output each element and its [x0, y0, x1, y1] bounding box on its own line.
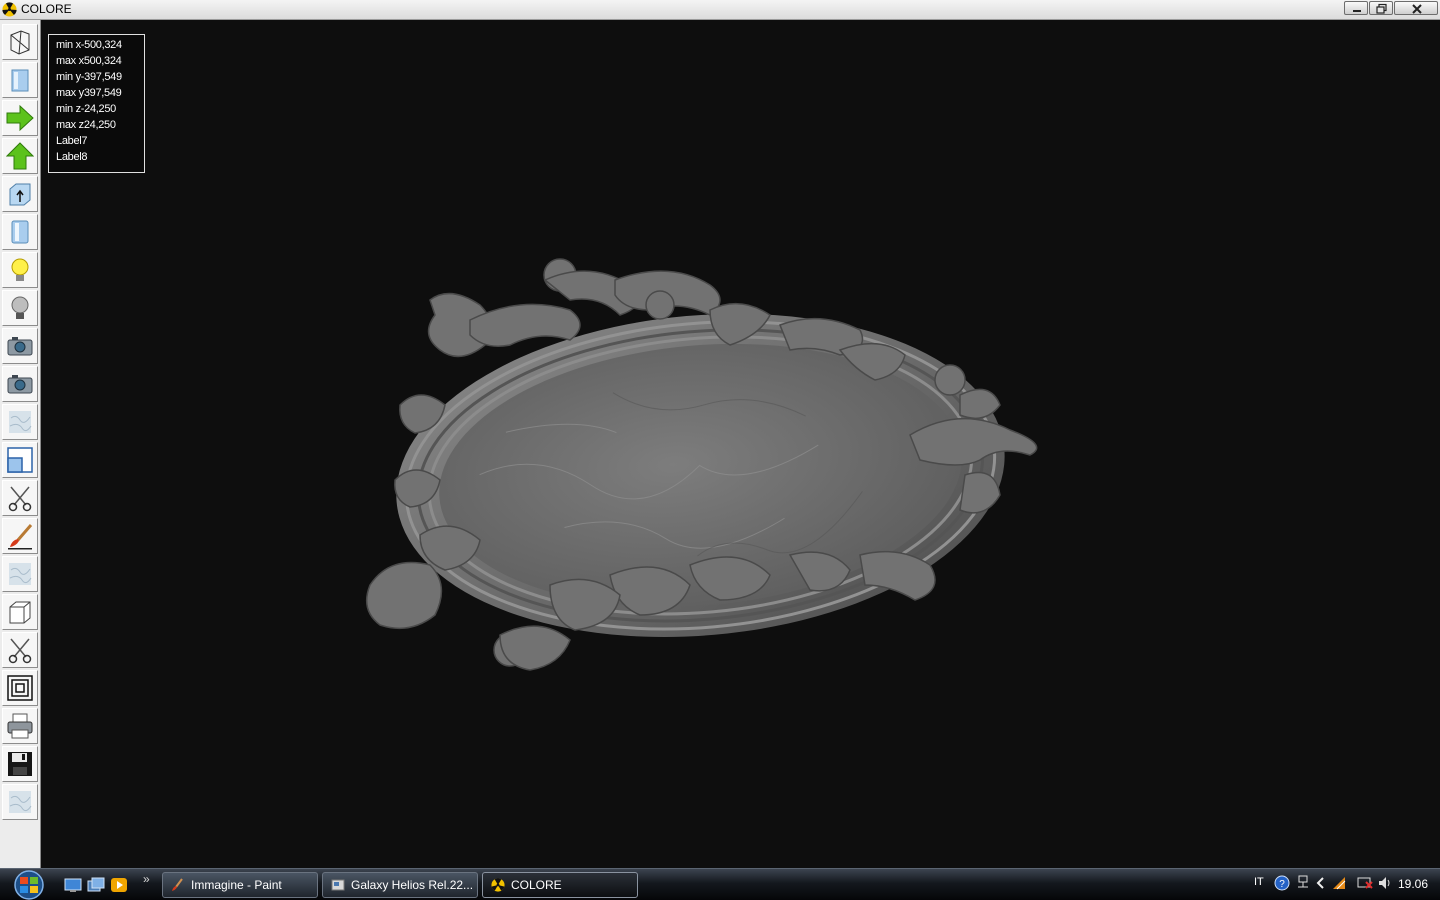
- solid-box-button[interactable]: [2, 62, 38, 98]
- network-icon[interactable]: [1295, 875, 1311, 891]
- printer-icon: [7, 713, 33, 739]
- media-player-icon[interactable]: [110, 877, 128, 893]
- lightbulb-on-icon: [11, 258, 29, 281]
- app-icon: [331, 879, 345, 891]
- texture-3-button[interactable]: [2, 784, 38, 820]
- cube-button[interactable]: [2, 594, 38, 630]
- scissors-button[interactable]: [2, 480, 38, 516]
- floppy-disk-icon: [8, 752, 32, 776]
- wireframe-icon: [10, 30, 30, 55]
- clock[interactable]: 19.06: [1398, 877, 1428, 891]
- wireframe-button[interactable]: [2, 24, 38, 60]
- texture-icon: [9, 411, 32, 433]
- lightbulb-off-icon: [11, 296, 29, 319]
- help-icon[interactable]: ?: [1274, 875, 1290, 891]
- scissors-icon: [8, 486, 32, 512]
- quick-launch-more[interactable]: »: [143, 872, 150, 886]
- min-x-label: min x-500,324: [56, 39, 122, 51]
- nested-squares-icon: [7, 675, 33, 701]
- task-colore[interactable]: COLORE: [482, 872, 638, 898]
- save-button[interactable]: [2, 746, 38, 782]
- windows-logo-icon: [20, 877, 28, 884]
- close-button[interactable]: [1394, 1, 1438, 15]
- brush-button[interactable]: [2, 518, 38, 554]
- resize-icon: [7, 447, 33, 473]
- security-icon[interactable]: [1357, 875, 1373, 891]
- camera-2-icon: [7, 375, 33, 394]
- task-label: COLORE: [511, 878, 562, 892]
- chevron-left-icon[interactable]: [1313, 875, 1329, 891]
- box-normal-button[interactable]: [2, 176, 38, 212]
- camera-button[interactable]: [2, 328, 38, 364]
- scissors-2-button[interactable]: [2, 632, 38, 668]
- texture-button[interactable]: [2, 404, 38, 440]
- ornate-frame-model[interactable]: [360, 255, 1050, 685]
- texture-3-icon: [9, 791, 32, 813]
- arrow-right-icon: [6, 104, 34, 132]
- arrow-right-button[interactable]: [2, 100, 38, 136]
- radiation-icon: [491, 878, 505, 892]
- solid-box-icon: [11, 69, 29, 92]
- window-title: COLORE: [21, 2, 72, 16]
- print-button[interactable]: [2, 708, 38, 744]
- arrow-up-icon: [6, 142, 34, 170]
- cylinder-button[interactable]: [2, 214, 38, 250]
- volume-icon[interactable]: [1377, 875, 1393, 891]
- light-off-button[interactable]: [2, 290, 38, 326]
- cylinder-icon: [11, 220, 29, 244]
- task-label: Galaxy Helios Rel.22...: [351, 878, 474, 892]
- nested-squares-button[interactable]: [2, 670, 38, 706]
- camera-icon: [7, 337, 33, 356]
- texture-2-icon: [9, 563, 32, 585]
- brush-icon: [8, 524, 33, 550]
- max-z-label: max z24,250: [56, 119, 116, 131]
- texture-2-button[interactable]: [2, 556, 38, 592]
- language-indicator[interactable]: IT: [1254, 876, 1264, 888]
- light-on-button[interactable]: [2, 252, 38, 288]
- min-z-label: min z-24,250: [56, 103, 116, 115]
- max-x-label: max x500,324: [56, 55, 122, 67]
- model-extents-panel: min x-500,324 max x500,324 min y-397,549…: [48, 34, 145, 173]
- cube-icon: [9, 601, 31, 624]
- switch-windows-icon[interactable]: [87, 877, 105, 893]
- show-desktop-icon[interactable]: [64, 877, 82, 893]
- resize-button[interactable]: [2, 442, 38, 478]
- min-y-label: min y-397,549: [56, 71, 122, 83]
- scissors-2-icon: [8, 638, 32, 664]
- svg-text:?: ?: [1279, 879, 1285, 890]
- task-galaxy-helios[interactable]: Galaxy Helios Rel.22...: [322, 872, 478, 898]
- max-y-label: max y397,549: [56, 87, 122, 99]
- title-bar: COLORE: [0, 0, 1440, 20]
- box-normal-icon: [9, 183, 31, 206]
- label8: Label8: [56, 151, 88, 163]
- minimize-button[interactable]: [1344, 1, 1368, 15]
- camera-2-button[interactable]: [2, 366, 38, 402]
- task-paint[interactable]: Immagine - Paint: [162, 872, 318, 898]
- label7: Label7: [56, 135, 88, 147]
- arrow-up-button[interactable]: [2, 138, 38, 174]
- shield-icon[interactable]: [1331, 875, 1347, 891]
- tool-palette: [0, 20, 41, 868]
- paint-icon: [172, 878, 183, 891]
- task-label: Immagine - Paint: [191, 878, 282, 892]
- radiation-icon: [2, 2, 17, 17]
- restore-button[interactable]: [1369, 1, 1393, 15]
- start-button[interactable]: [8, 870, 50, 900]
